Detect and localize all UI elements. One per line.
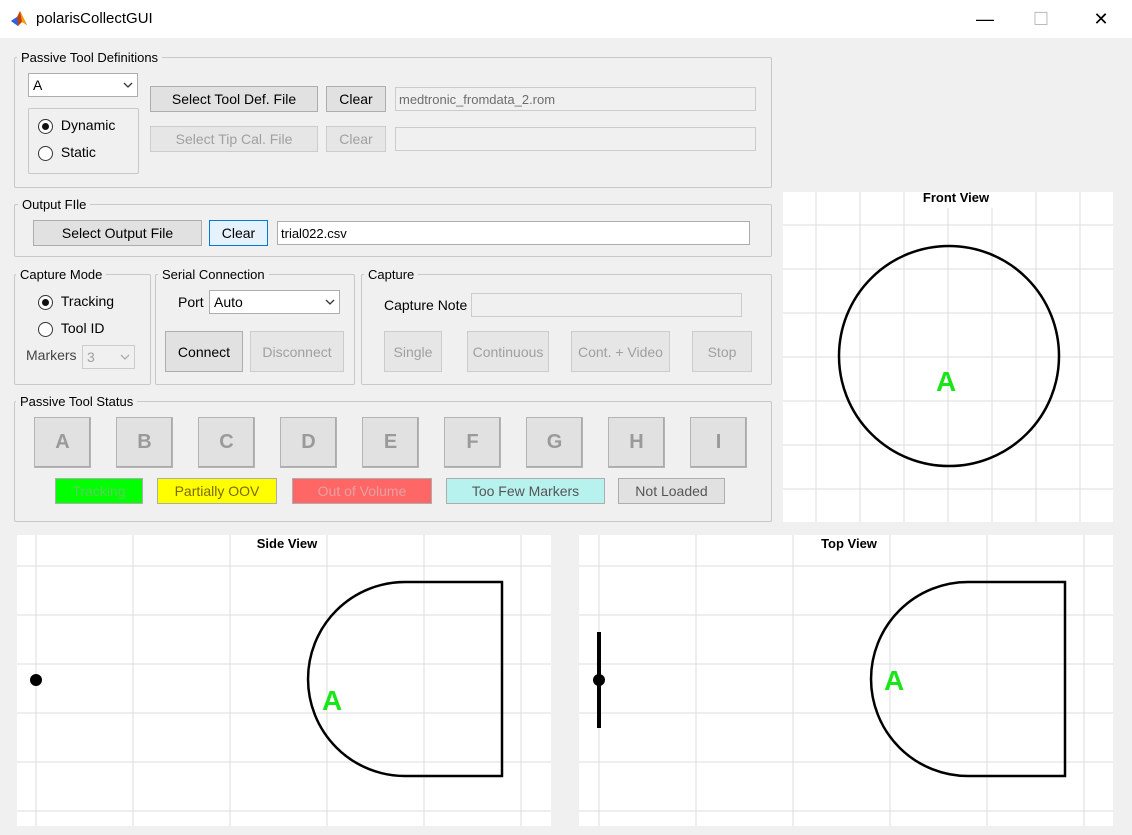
dynamic-label: Dynamic <box>60 117 116 133</box>
front-view-title: Front View <box>922 190 990 205</box>
tool-select-value: A <box>33 77 43 93</box>
front-view-tool-label: A <box>936 366 957 397</box>
tool-button-d[interactable]: D <box>280 417 337 468</box>
front-view-grid <box>783 192 1113 522</box>
chevron-down-icon <box>119 80 137 91</box>
capture-note-field[interactable] <box>471 293 742 317</box>
radio-off-icon <box>38 145 53 161</box>
tool-button-e[interactable]: E <box>362 417 419 468</box>
legend-not-loaded: Not Loaded <box>618 478 725 504</box>
port-select[interactable]: Auto <box>209 290 340 314</box>
clear-tool-def-button[interactable]: Clear <box>326 86 386 112</box>
legend-out-of-volume: Out of Volume <box>292 478 432 504</box>
side-view-tracker-icon <box>30 674 42 686</box>
chevron-down-icon <box>116 352 134 363</box>
front-view-plot[interactable]: Front View A <box>783 190 1113 522</box>
front-view-svg <box>783 192 1113 522</box>
tool-select[interactable]: A <box>28 73 138 97</box>
top-view-svg <box>579 535 1113 826</box>
select-tip-cal-button[interactable]: Select Tip Cal. File <box>150 126 318 152</box>
side-view-grid <box>17 535 551 826</box>
radio-on-icon <box>38 118 53 134</box>
tool-button-i[interactable]: I <box>690 417 747 468</box>
select-tool-def-button[interactable]: Select Tool Def. File <box>150 86 318 112</box>
side-view-svg <box>17 535 551 826</box>
front-view-volume <box>837 244 1061 468</box>
panel-title: Capture Mode <box>16 267 107 283</box>
connect-button[interactable]: Connect <box>165 331 243 372</box>
markers-select[interactable]: 3 <box>82 345 135 369</box>
tracking-radio[interactable]: Tracking <box>38 293 114 310</box>
side-view-tool-label: A <box>322 685 343 716</box>
select-output-file-button[interactable]: Select Output File <box>33 220 202 246</box>
port-select-value: Auto <box>214 294 243 310</box>
tool-button-h[interactable]: H <box>608 417 665 468</box>
single-button[interactable]: Single <box>384 331 442 372</box>
top-view-tracker-icon <box>593 674 605 686</box>
tool-button-g[interactable]: G <box>526 417 583 468</box>
maximize-button[interactable]: ☐ <box>1018 0 1064 38</box>
toolid-label: Tool ID <box>60 320 105 336</box>
panel-title: Passive Tool Definitions <box>17 50 163 66</box>
chevron-down-icon <box>321 297 339 308</box>
tool-button-c[interactable]: C <box>198 417 255 468</box>
top-view-plot[interactable]: Top View A <box>579 535 1113 826</box>
tip-cal-file-field[interactable] <box>395 127 756 151</box>
toolid-radio[interactable]: Tool ID <box>38 320 104 337</box>
panel-title: Capture <box>364 267 419 283</box>
cont-video-button[interactable]: Cont. + Video <box>571 331 670 372</box>
disconnect-button[interactable]: Disconnect <box>250 331 344 372</box>
window-title: polarisCollectGUI <box>36 10 153 27</box>
tracking-label: Tracking <box>60 293 115 309</box>
panel-title: Serial Connection <box>158 267 269 283</box>
radio-off-icon <box>38 321 53 337</box>
panel-title: Passive Tool Status <box>16 394 138 410</box>
markers-label: Markers <box>26 347 77 363</box>
top-view-title: Top View <box>821 536 877 551</box>
top-view-grid <box>579 535 1113 826</box>
clear-tip-cal-button[interactable]: Clear <box>326 126 386 152</box>
static-radio[interactable]: Static <box>38 144 96 161</box>
matlab-icon <box>10 10 28 28</box>
continuous-button[interactable]: Continuous <box>467 331 549 372</box>
markers-select-value: 3 <box>87 349 95 365</box>
side-view-title: Side View <box>256 536 318 551</box>
radio-on-icon <box>38 294 53 310</box>
legend-tracking: Tracking <box>55 478 143 504</box>
dynamic-radio[interactable]: Dynamic <box>38 117 115 134</box>
tool-button-a[interactable]: A <box>34 417 91 468</box>
side-view-volume <box>306 580 504 778</box>
clear-output-file-button[interactable]: Clear <box>209 220 268 246</box>
legend-partially-oov: Partially OOV <box>157 478 277 504</box>
port-label: Port <box>178 294 204 310</box>
capture-note-label: Capture Note <box>384 297 468 313</box>
tool-def-file-field[interactable]: medtronic_fromdata_2.rom <box>395 87 756 111</box>
output-file-field[interactable]: trial022.csv <box>277 221 750 245</box>
legend-too-few-markers: Too Few Markers <box>446 478 605 504</box>
side-view-plot[interactable]: Side View A <box>17 535 551 826</box>
top-view-tool-label: A <box>884 665 905 696</box>
tool-button-f[interactable]: F <box>444 417 501 468</box>
static-label: Static <box>60 144 96 160</box>
minimize-button[interactable]: — <box>962 0 1008 38</box>
tool-button-b[interactable]: B <box>116 417 173 468</box>
close-button[interactable]: ✕ <box>1078 0 1124 38</box>
stop-button[interactable]: Stop <box>692 331 752 372</box>
panel-title: Output FIle <box>18 197 91 213</box>
